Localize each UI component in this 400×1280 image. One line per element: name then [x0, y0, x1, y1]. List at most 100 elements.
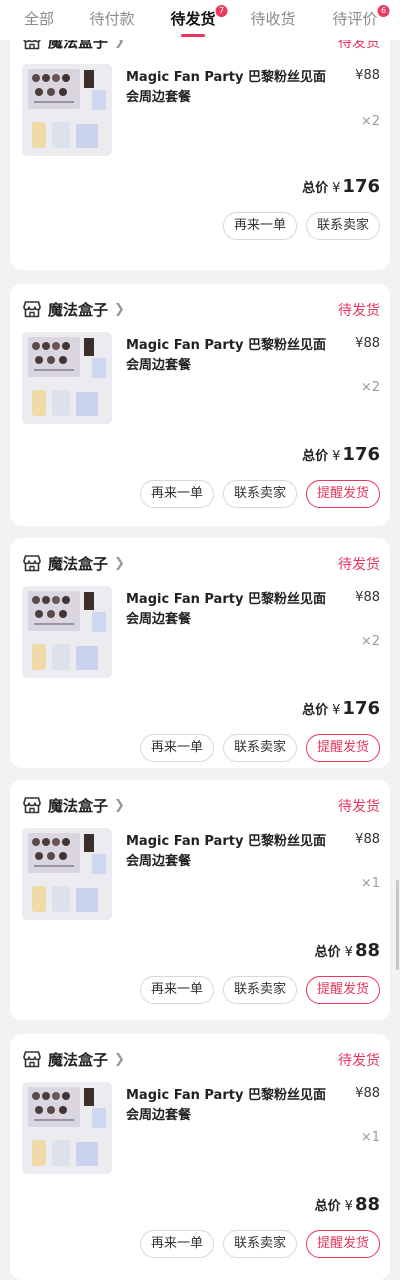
order-total: 总价 ¥ 176: [302, 176, 380, 197]
chevron-right-icon: ❯: [114, 555, 125, 571]
product-title[interactable]: Magic Fan Party 巴黎粉丝见面会周边套餐: [126, 68, 338, 108]
chevron-right-icon: ❯: [114, 301, 125, 317]
reorder-button[interactable]: 再来一单: [140, 734, 214, 762]
product-title[interactable]: Magic Fan Party 巴黎粉丝见面会周边套餐: [126, 590, 338, 630]
product-price: ¥88: [355, 1086, 380, 1101]
product-title[interactable]: Magic Fan Party 巴黎粉丝见面会周边套餐: [126, 832, 338, 872]
order-card[interactable]: 魔法盒子 ❯ 待发货 Magic Fan Party 巴黎粉丝见面会周边套餐 ¥…: [10, 28, 390, 270]
shop-name: 魔法盒子: [48, 796, 109, 815]
product-image: [22, 1082, 112, 1174]
total-label: 总价: [302, 703, 329, 718]
remind-shipment-button[interactable]: 提醒发货: [306, 480, 380, 508]
tab-pending-review-label: 待评价: [332, 10, 378, 28]
shop-name: 魔法盒子: [48, 300, 109, 319]
shop-icon: [23, 301, 41, 318]
order-actions: 再来一单 联系卖家 提醒发货: [140, 480, 380, 508]
reorder-button[interactable]: 再来一单: [140, 480, 214, 508]
product-quantity: ×2: [360, 634, 380, 649]
tab-all[interactable]: 全部: [24, 8, 54, 29]
order-actions: 再来一单 联系卖家 提醒发货: [140, 1230, 380, 1258]
order-actions: 再来一单 联系卖家 提醒发货: [140, 734, 380, 762]
product-thumbnail[interactable]: [22, 64, 112, 156]
active-tab-indicator: [181, 34, 205, 37]
product-price: ¥88: [355, 590, 380, 605]
total-amount: 88: [354, 940, 380, 961]
tab-pending-review[interactable]: 待评价 6: [332, 5, 390, 29]
product-price: ¥88: [355, 832, 380, 847]
product-image: [22, 332, 112, 424]
contact-seller-button[interactable]: 联系卖家: [306, 212, 380, 240]
reorder-button[interactable]: 再来一单: [223, 212, 297, 240]
total-currency: ¥: [332, 181, 341, 196]
total-currency: ¥: [332, 449, 341, 464]
chevron-right-icon: ❯: [114, 797, 125, 813]
total-amount: 88: [354, 1194, 380, 1215]
product-thumbnail[interactable]: [22, 1082, 112, 1174]
tab-pending-shipment-label: 待发货: [170, 10, 216, 28]
total-currency: ¥: [344, 1199, 353, 1214]
order-card[interactable]: 魔法盒子 ❯ 待发货 Magic Fan Party 巴黎粉丝见面会周边套餐 ¥…: [10, 538, 390, 768]
contact-seller-button[interactable]: 联系卖家: [223, 734, 297, 762]
product-quantity: ×1: [360, 876, 380, 891]
contact-seller-button[interactable]: 联系卖家: [223, 976, 297, 1004]
total-label: 总价: [302, 181, 329, 196]
scrollbar[interactable]: [396, 880, 399, 970]
shop-name: 魔法盒子: [48, 1050, 109, 1069]
order-total: 总价 ¥ 88: [315, 1194, 380, 1215]
tab-pending-shipment-badge: 7: [215, 5, 228, 17]
chevron-right-icon: ❯: [114, 1051, 125, 1067]
order-total: 总价 ¥ 176: [302, 444, 380, 465]
total-amount: 176: [342, 444, 380, 465]
product-quantity: ×2: [360, 114, 380, 129]
order-card[interactable]: 魔法盒子 ❯ 待发货 Magic Fan Party 巴黎粉丝见面会周边套餐 ¥…: [10, 1034, 390, 1280]
remind-shipment-button[interactable]: 提醒发货: [306, 1230, 380, 1258]
contact-seller-button[interactable]: 联系卖家: [223, 480, 297, 508]
total-amount: 176: [342, 698, 380, 719]
product-quantity: ×1: [360, 1130, 380, 1145]
shop-header[interactable]: 魔法盒子 ❯: [22, 552, 125, 574]
product-price: ¥88: [355, 336, 380, 351]
order-status: 待发货: [338, 557, 380, 573]
product-price: ¥88: [355, 68, 380, 83]
total-amount: 176: [342, 176, 380, 197]
tab-pending-review-badge: 6: [377, 5, 390, 17]
reorder-button[interactable]: 再来一单: [140, 1230, 214, 1258]
shop-icon: [23, 797, 41, 814]
tab-pending-shipment[interactable]: 待发货 7: [170, 5, 228, 29]
product-image: [22, 586, 112, 678]
total-currency: ¥: [332, 703, 341, 718]
order-status: 待发货: [338, 799, 380, 815]
reorder-button[interactable]: 再来一单: [140, 976, 214, 1004]
shop-header[interactable]: 魔法盒子 ❯: [22, 794, 125, 816]
tab-pending-receipt[interactable]: 待收货: [250, 8, 295, 29]
product-image: [22, 828, 112, 920]
product-title[interactable]: Magic Fan Party 巴黎粉丝见面会周边套餐: [126, 336, 338, 376]
product-thumbnail[interactable]: [22, 586, 112, 678]
order-total: 总价 ¥ 88: [315, 940, 380, 961]
order-status: 待发货: [338, 1053, 380, 1069]
order-status: 待发货: [338, 303, 380, 319]
shop-name: 魔法盒子: [48, 554, 109, 573]
order-actions: 再来一单 联系卖家: [223, 212, 380, 240]
shop-icon: [23, 1051, 41, 1068]
total-currency: ¥: [344, 945, 353, 960]
contact-seller-button[interactable]: 联系卖家: [223, 1230, 297, 1258]
total-label: 总价: [314, 945, 341, 960]
shop-icon: [23, 555, 41, 572]
remind-shipment-button[interactable]: 提醒发货: [306, 976, 380, 1004]
total-label: 总价: [302, 449, 329, 464]
order-actions: 再来一单 联系卖家 提醒发货: [140, 976, 380, 1004]
product-quantity: ×2: [360, 380, 380, 395]
remind-shipment-button[interactable]: 提醒发货: [306, 734, 380, 762]
product-thumbnail[interactable]: [22, 828, 112, 920]
total-label: 总价: [314, 1199, 341, 1214]
order-card[interactable]: 魔法盒子 ❯ 待发货 Magic Fan Party 巴黎粉丝见面会周边套餐 ¥…: [10, 284, 390, 526]
order-tabs: 全部 待付款 待发货 7 待收货 待评价 6: [0, 0, 400, 40]
shop-header[interactable]: 魔法盒子 ❯: [22, 1048, 125, 1070]
tab-pending-payment[interactable]: 待付款: [89, 8, 134, 29]
product-title[interactable]: Magic Fan Party 巴黎粉丝见面会周边套餐: [126, 1086, 338, 1126]
product-thumbnail[interactable]: [22, 332, 112, 424]
shop-header[interactable]: 魔法盒子 ❯: [22, 298, 125, 320]
order-card[interactable]: 魔法盒子 ❯ 待发货 Magic Fan Party 巴黎粉丝见面会周边套餐 ¥…: [10, 780, 390, 1020]
product-image: [22, 64, 112, 156]
